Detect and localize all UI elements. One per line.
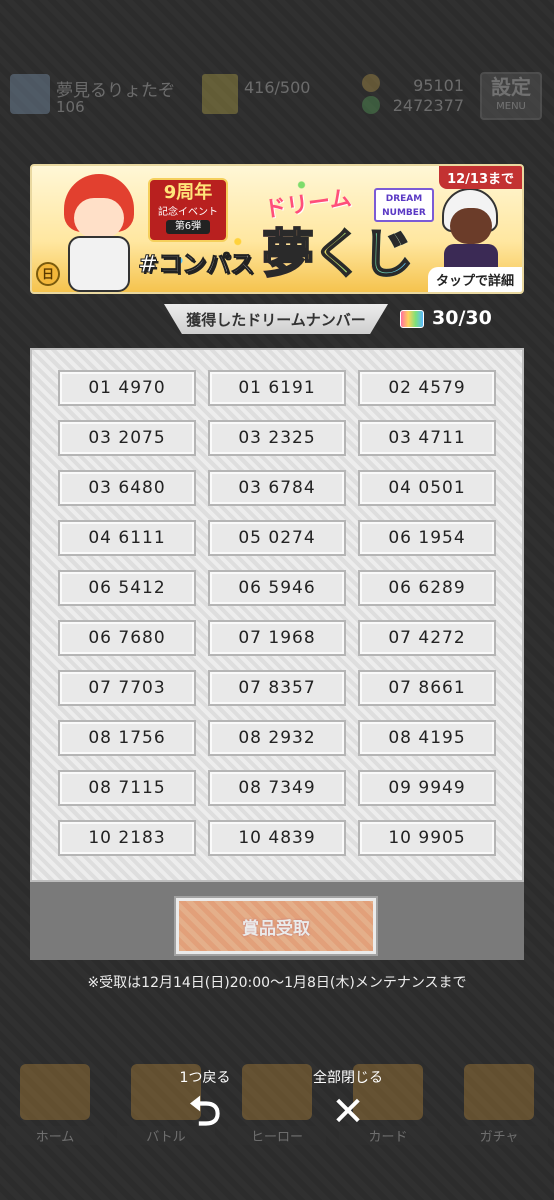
dream-number-cell: 03 2325 [208, 420, 346, 456]
dream-number-cell: 06 6289 [358, 570, 496, 606]
coin-count: 95101 [413, 76, 464, 95]
dream-number-logo: DREAM NUMBER [374, 188, 434, 222]
nav-gacha: ガチャ [444, 1060, 554, 1156]
bottom-nav: ホーム バトル ヒーロー カード ガチャ [0, 1060, 554, 1156]
close-all-button[interactable]: 全部閉じる ✕ [303, 1068, 393, 1136]
settings-button[interactable]: 設定 MENU [480, 72, 542, 120]
point-icon [362, 96, 380, 114]
dream-number-cell: 03 2075 [58, 420, 196, 456]
gacha-icon [464, 1064, 534, 1120]
anniversary-text: 9周年 [163, 182, 213, 203]
dream-number-cell: 06 5412 [58, 570, 196, 606]
coin-icon [362, 74, 380, 92]
nav-label: ガチャ [450, 1126, 548, 1145]
dream-number-cell: 03 4711 [358, 420, 496, 456]
event-number-text: 第6弾 [166, 220, 210, 234]
rank-value: 416/500 [244, 78, 311, 97]
back-button[interactable]: 1つ戻る ⮌ [160, 1068, 250, 1136]
dream-number-cell: 08 7115 [58, 770, 196, 806]
dream-number-cell: 03 6480 [58, 470, 196, 506]
nav-home: ホーム [0, 1060, 110, 1156]
dream-number-cell: 06 1954 [358, 520, 496, 556]
dream-number-cell: 08 4195 [358, 720, 496, 756]
event-banner[interactable]: 日 9周年 記念イベント 第6弾 #コンパス ドリーム 夢くじ DREAM NU… [30, 164, 524, 294]
return-arrow-icon: ⮌ [188, 1089, 222, 1135]
dream-number-cell: 07 8661 [358, 670, 496, 706]
close-all-label: 全部閉じる [313, 1070, 383, 1086]
receive-area: 賞品受取 [30, 882, 524, 960]
dream-number-cell: 08 2932 [208, 720, 346, 756]
dream-number-cell: 07 4272 [358, 620, 496, 656]
receive-prize-button[interactable]: 賞品受取 [174, 896, 378, 956]
dream-number-cell: 08 1756 [58, 720, 196, 756]
dream-number-cell: 01 4970 [58, 370, 196, 406]
dream-number-cell: 06 7680 [58, 620, 196, 656]
settings-sub-label: MENU [496, 101, 526, 112]
left-character-illustration [54, 174, 144, 292]
dream-number-cell: 10 9905 [358, 820, 496, 856]
acquired-label: 獲得したドリームナンバー [164, 304, 388, 334]
dream-number-cell: 04 6111 [58, 520, 196, 556]
hashtag-text: #コンパス [137, 250, 255, 279]
back-label: 1つ戻る [179, 1070, 231, 1086]
dream-number-cell: 07 1968 [208, 620, 346, 656]
tap-for-details[interactable]: タップで詳細 [427, 267, 522, 292]
dream-number-cell: 10 4839 [208, 820, 346, 856]
dream-number-cell: 10 2183 [58, 820, 196, 856]
dream-number-cell: 06 5946 [208, 570, 346, 606]
player-avatar [10, 74, 50, 114]
banner-title: 夢くじ [261, 212, 415, 287]
rank-icon [202, 74, 238, 114]
dream-number-cell: 05 0274 [208, 520, 346, 556]
point-count: 2472377 [392, 96, 464, 115]
hero-icon [242, 1064, 312, 1120]
event-line-text: 記念イベント [158, 207, 218, 218]
dream-number-cell: 03 6784 [208, 470, 346, 506]
dream-number-cell: 04 0501 [358, 470, 496, 506]
top-hud: 夢見るりょたぞ 106 416/500 95101 2472377 設定 MEN… [0, 70, 554, 124]
close-icon: ✕ [331, 1089, 365, 1135]
player-level: 106 [56, 98, 85, 116]
dream-number-cell: 08 7349 [208, 770, 346, 806]
settings-label: 設定 [491, 75, 531, 99]
ticket-icon [400, 310, 424, 328]
dream-number-grid: 01 4970 01 6191 02 4579 03 2075 03 2325 03 47… [58, 370, 498, 856]
acquired-header: 獲得したドリームナンバー 30/30 [164, 304, 524, 334]
dream-number-cell: 02 4579 [358, 370, 496, 406]
home-icon [20, 1064, 90, 1120]
anniversary-badge: 9周年 記念イベント 第6弾 [148, 178, 228, 242]
dream-number-panel: 01 4970 01 6191 02 4579 03 2075 03 2325 03 47… [30, 348, 524, 882]
dream-number-cell: 07 7703 [58, 670, 196, 706]
dream-number-cell: 09 9949 [358, 770, 496, 806]
dream-number-cell: 01 6191 [208, 370, 346, 406]
deadline-badge: 12/13まで [439, 166, 522, 189]
receive-notice: ※受取は12月14日(日)20:00～1月8日(木)メンテナンスまで [87, 975, 467, 991]
acquired-count: 30/30 [432, 307, 492, 329]
dream-number-cell: 07 8357 [208, 670, 346, 706]
nav-label: ホーム [6, 1126, 104, 1145]
